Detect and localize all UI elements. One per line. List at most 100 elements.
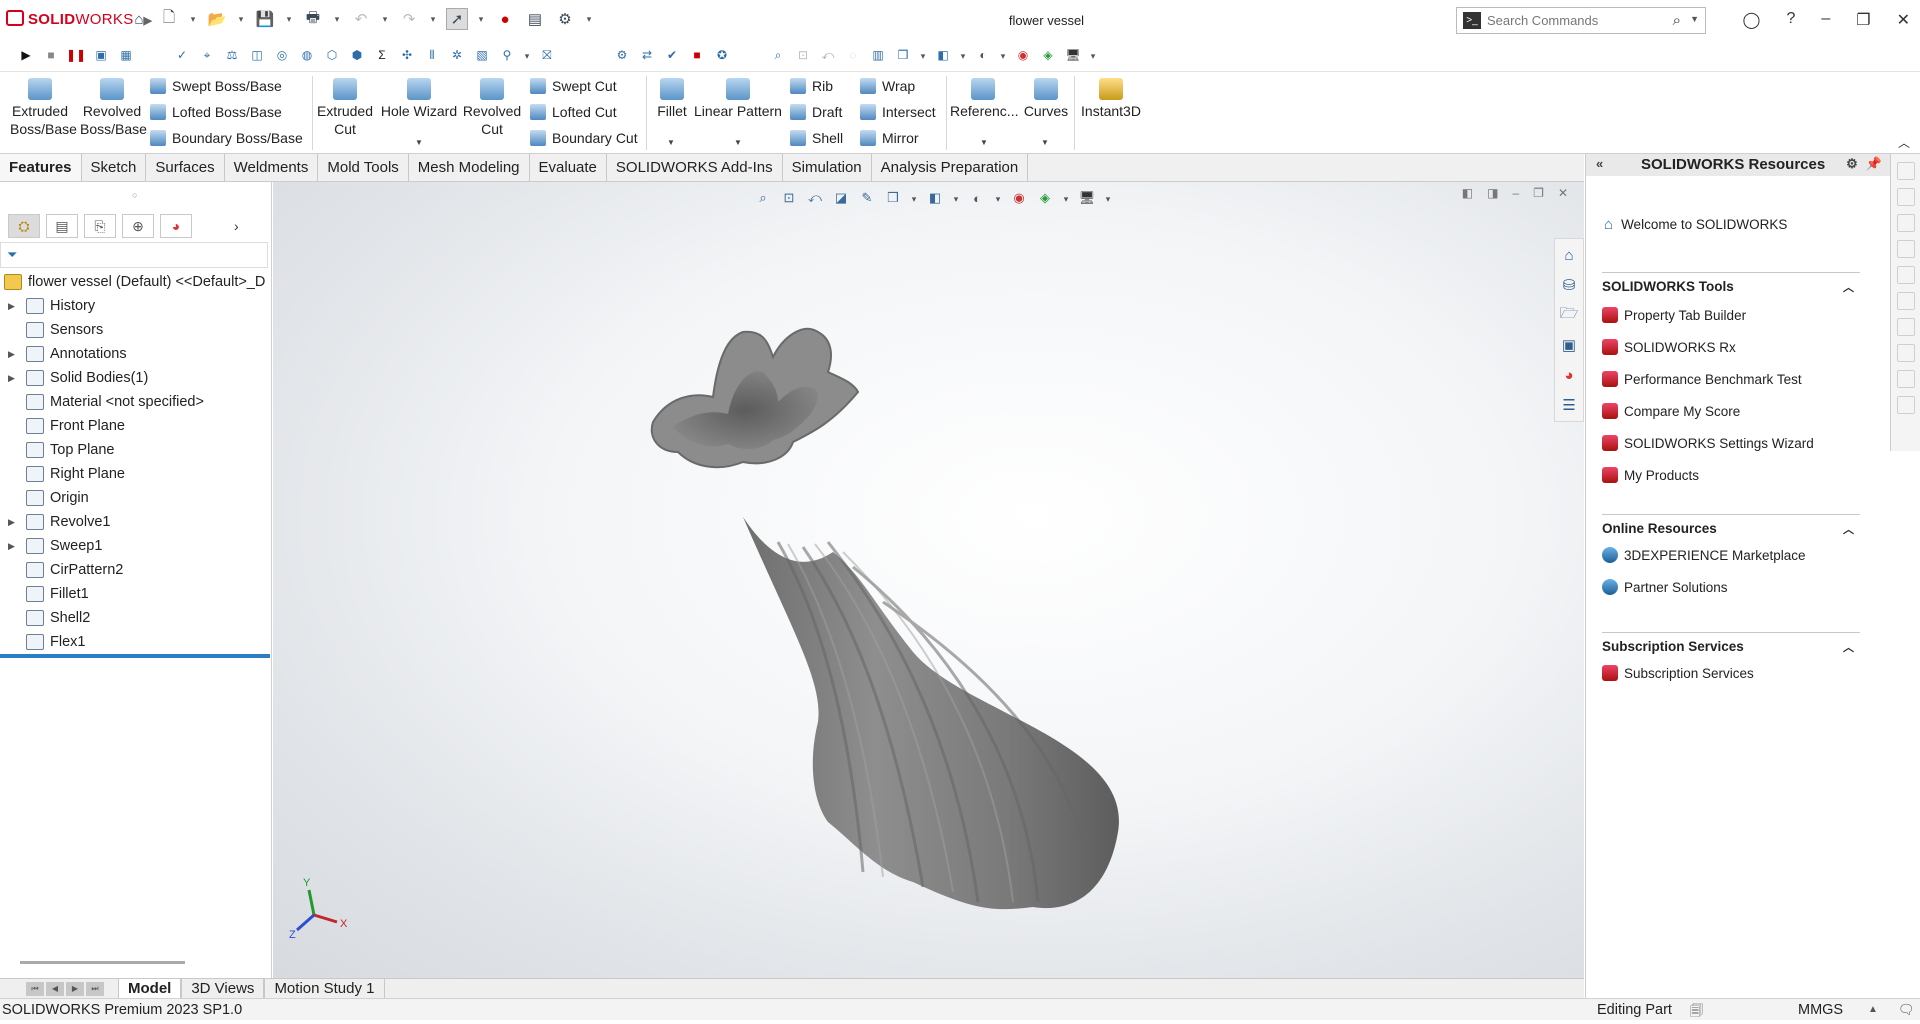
rebuild-status-icon[interactable]: 🗐 [1690,1002,1703,1024]
prev-tab-icon[interactable]: ◀ [46,981,64,996]
sensor-icon[interactable]: ◎ [272,45,292,65]
tree-item[interactable]: Sensors [0,318,272,342]
undo-icon[interactable]: ↶ [350,8,372,30]
displaymanager-tab-icon[interactable]: ◕ [160,214,192,238]
collapse-section-icon[interactable]: ︿ [1843,639,1860,655]
strip-tool-icon[interactable] [1897,370,1915,388]
curvature-icon[interactable]: ⚲ [497,45,517,65]
measure-icon[interactable]: ⌖ [197,45,217,65]
undo-dropdown-icon[interactable]: ▾ [380,8,390,30]
resource-link[interactable]: SOLIDWORKS Settings Wizard [1602,427,1860,459]
custom-properties-icon[interactable]: ☰ [1558,393,1580,417]
swept-cut-button[interactable]: Swept Cut [530,78,617,94]
collapse-pane-icon[interactable]: « [1596,156,1603,171]
tree-item[interactable]: Front Plane [0,414,272,438]
unit-system-text[interactable]: MMGS [1798,1002,1843,1018]
resource-link[interactable]: Partner Solutions [1602,571,1860,603]
zebra-stripes-icon[interactable]: ▧ [472,45,492,65]
file-explorer-icon[interactable]: 🗁 [1558,303,1580,327]
options-dropdown-icon[interactable]: ▾ [584,8,594,30]
fillet-dropdown-icon[interactable]: ▼ [667,138,675,147]
tab-evaluate[interactable]: Evaluate [530,154,607,181]
rebuild-traffic-light-icon[interactable]: ● [494,8,516,30]
stop-icon[interactable]: ■ [41,45,61,65]
design-library-icon[interactable]: ⛁ [1558,273,1580,297]
mass-properties-icon[interactable]: ⚖ [222,45,242,65]
edit-appearance-icon[interactable]: ◉ [1013,45,1033,65]
tab-simulation[interactable]: Simulation [783,154,872,181]
expand-arrow-icon[interactable]: ▶ [8,541,20,552]
collapse-section-icon[interactable]: ︿ [1843,521,1860,537]
strip-tool-icon[interactable] [1897,214,1915,232]
search-commands-input[interactable]: >_ Search Commands ⌕ ▼ [1456,7,1706,34]
tab-motion-study[interactable]: Motion Study 1 [264,979,385,998]
search-dropdown-icon[interactable]: ▼ [1690,14,1699,24]
costing-icon[interactable]: ✪ [712,45,732,65]
rollback-bar[interactable] [0,654,270,658]
search-icon[interactable]: ⌕ [1673,12,1681,29]
strip-tool-icon[interactable] [1897,292,1915,310]
macro-edit-icon[interactable]: ▣ [91,45,111,65]
tab-mold-tools[interactable]: Mold Tools [318,154,409,181]
tree-item[interactable]: Right Plane [0,462,272,486]
linear-pattern-dropdown-icon[interactable]: ▼ [734,138,742,147]
home-icon[interactable]: ⌂ [128,8,150,30]
tab-mesh-modeling[interactable]: Mesh Modeling [409,154,530,181]
resource-link[interactable]: My Products [1602,459,1860,491]
lofted-cut-button[interactable]: Lofted Cut [530,104,617,120]
view-palette-icon[interactable]: ▣ [1558,333,1580,357]
tab-weldments[interactable]: Weldments [225,154,319,181]
apply-scene-icon[interactable]: ◈ [1038,45,1058,65]
tree-item[interactable]: ▶ Revolve1 [0,510,272,534]
print-dropdown-icon[interactable]: ▾ [332,8,342,30]
spell-check-icon[interactable]: ✓ [172,45,192,65]
tree-filter-input[interactable]: ⏷ [0,242,268,268]
panel-splitter-handle[interactable]: ○ [132,190,137,200]
extruded-boss-button[interactable]: Extruded Boss/Base [10,78,77,138]
equations-sum-icon[interactable]: Σ [372,45,392,65]
strip-tool-icon[interactable] [1897,162,1915,180]
new-document-icon[interactable]: 🗋 [158,8,180,30]
zoom-area-icon[interactable]: ⊡ [793,45,813,65]
expand-arrow-icon[interactable]: ▶ [8,301,20,312]
expand-arrow-icon[interactable]: ▶ [8,373,20,384]
tree-item[interactable]: Fillet1 [0,582,272,606]
tree-item[interactable]: Origin [0,486,272,510]
view-settings-dropdown-icon[interactable]: ▾ [1088,45,1098,67]
expand-arrow-icon[interactable]: ▶ [8,517,20,528]
new-dropdown-icon[interactable]: ▾ [188,8,198,30]
restore-icon[interactable]: ❐ [1856,10,1870,30]
welcome-link[interactable]: ⌂ Welcome to SOLIDWORKS [1604,216,1787,233]
tree-item[interactable]: ▶ History [0,294,272,318]
tab-3d-views[interactable]: 3D Views [181,979,265,998]
propertymanager-tab-icon[interactable]: ▤ [46,214,78,238]
reference-geometry-button[interactable]: Referenc... [950,78,1018,120]
collapse-section-icon[interactable]: ︿ [1843,279,1860,295]
hole-wizard-dropdown-icon[interactable]: ▼ [415,138,423,147]
strip-tool-icon[interactable] [1897,396,1915,414]
strip-tool-icon[interactable] [1897,240,1915,258]
curves-button[interactable]: Curves [1020,78,1072,120]
view-orientation-dropdown-icon[interactable]: ▾ [918,45,928,67]
view-orientation-icon[interactable]: ❒ [893,45,913,65]
fillet-button[interactable]: Fillet [652,78,692,120]
linear-pattern-button[interactable]: Linear Pattern [694,78,782,120]
revolved-boss-button[interactable]: Revolved Boss/Base [80,78,147,138]
display-style-icon[interactable]: ◧ [933,45,953,65]
reference-dropdown-icon[interactable]: ▼ [980,138,988,147]
graphics-area[interactable]: ⌕ ⊡ ⤺ ◪ ✎ ❒ ▾ ◧ ▾ ◐ ▾ ◉ ◈ ▾ 🖥 ▾ ◧ ◨ – ❐ ✕ [273,182,1584,978]
shell-button[interactable]: Shell [790,130,843,146]
macro-new-icon[interactable]: ▦ [116,45,136,65]
resource-link[interactable]: 3DEXPERIENCE Marketplace [1602,539,1860,571]
extruded-cut-button[interactable]: Extruded Cut [316,78,374,138]
hole-wizard-button[interactable]: Hole Wizard [380,78,458,120]
user-account-icon[interactable]: ◯ [1743,10,1761,30]
tree-item[interactable]: Top Plane [0,438,272,462]
tab-analysis-preparation[interactable]: Analysis Preparation [872,154,1029,181]
strip-tool-icon[interactable] [1897,266,1915,284]
boundary-cut-button[interactable]: Boundary Cut [530,130,638,146]
check-geometry-icon[interactable]: ⬡ [322,45,342,65]
design-checker-icon[interactable]: ⚙ [612,45,632,65]
horizontal-scrollbar[interactable] [20,961,185,964]
pin-icon[interactable]: 📌 [1866,156,1882,172]
